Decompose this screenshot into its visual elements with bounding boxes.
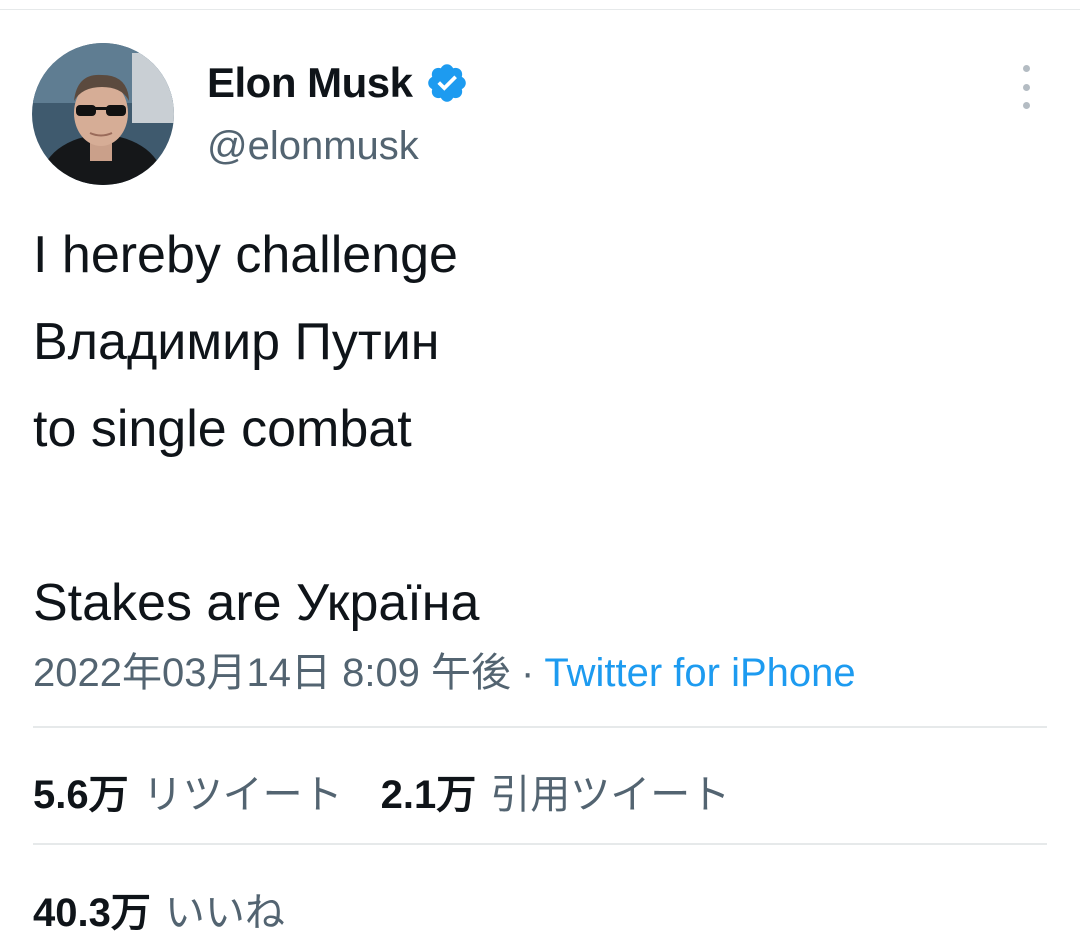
tweet-line: I hereby challenge [33,226,458,284]
verified-badge-icon [425,61,469,105]
tweet-meta: 2022年03月14日 8:09 午後 · Twitter for iPhone [33,640,856,698]
likes-stats-row: 40.3万 いいね [33,880,285,936]
author-handle[interactable]: @elonmusk [207,124,419,169]
divider [33,726,1047,728]
tweet-source-link[interactable]: Twitter for iPhone [544,651,855,695]
more-options-icon[interactable] [1010,65,1042,109]
share-stats-row: 5.6万 リツイート 2.1万 引用ツイート [33,762,730,820]
tweet-line: Владимир Путин [33,313,440,371]
more-dot [1022,83,1030,91]
more-dot [1022,102,1030,109]
quotes-stat[interactable]: 2.1万 引用ツイート [381,762,731,820]
avatar-image [32,43,174,185]
author-display-name[interactable]: Elon Musk [207,59,413,107]
quotes-label: 引用ツイート [490,773,731,817]
likes-label: いいね [164,891,285,935]
author-name-row[interactable]: Elon Musk [207,55,469,111]
tweet-line: Stakes are Україна [33,574,480,632]
more-dot [1022,65,1030,72]
tweet-line [33,473,1043,560]
retweets-stat[interactable]: 5.6万 リツイート [33,762,343,820]
retweets-count: 5.6万 [33,773,129,817]
likes-stat[interactable]: 40.3万 いいね [33,880,285,936]
avatar[interactable] [32,43,174,185]
likes-count: 40.3万 [33,891,151,935]
retweets-label: リツイート [142,773,343,817]
top-divider [0,9,1080,10]
tweet-line: to single combat [33,400,412,458]
quotes-count: 2.1万 [380,773,477,817]
divider [33,843,1047,845]
tweet-timestamp[interactable]: 2022年03月14日 8:09 午後 [33,651,511,695]
tweet-text: I hereby challenge Владимир Путин to sin… [33,212,1043,647]
meta-separator: · [521,651,535,695]
